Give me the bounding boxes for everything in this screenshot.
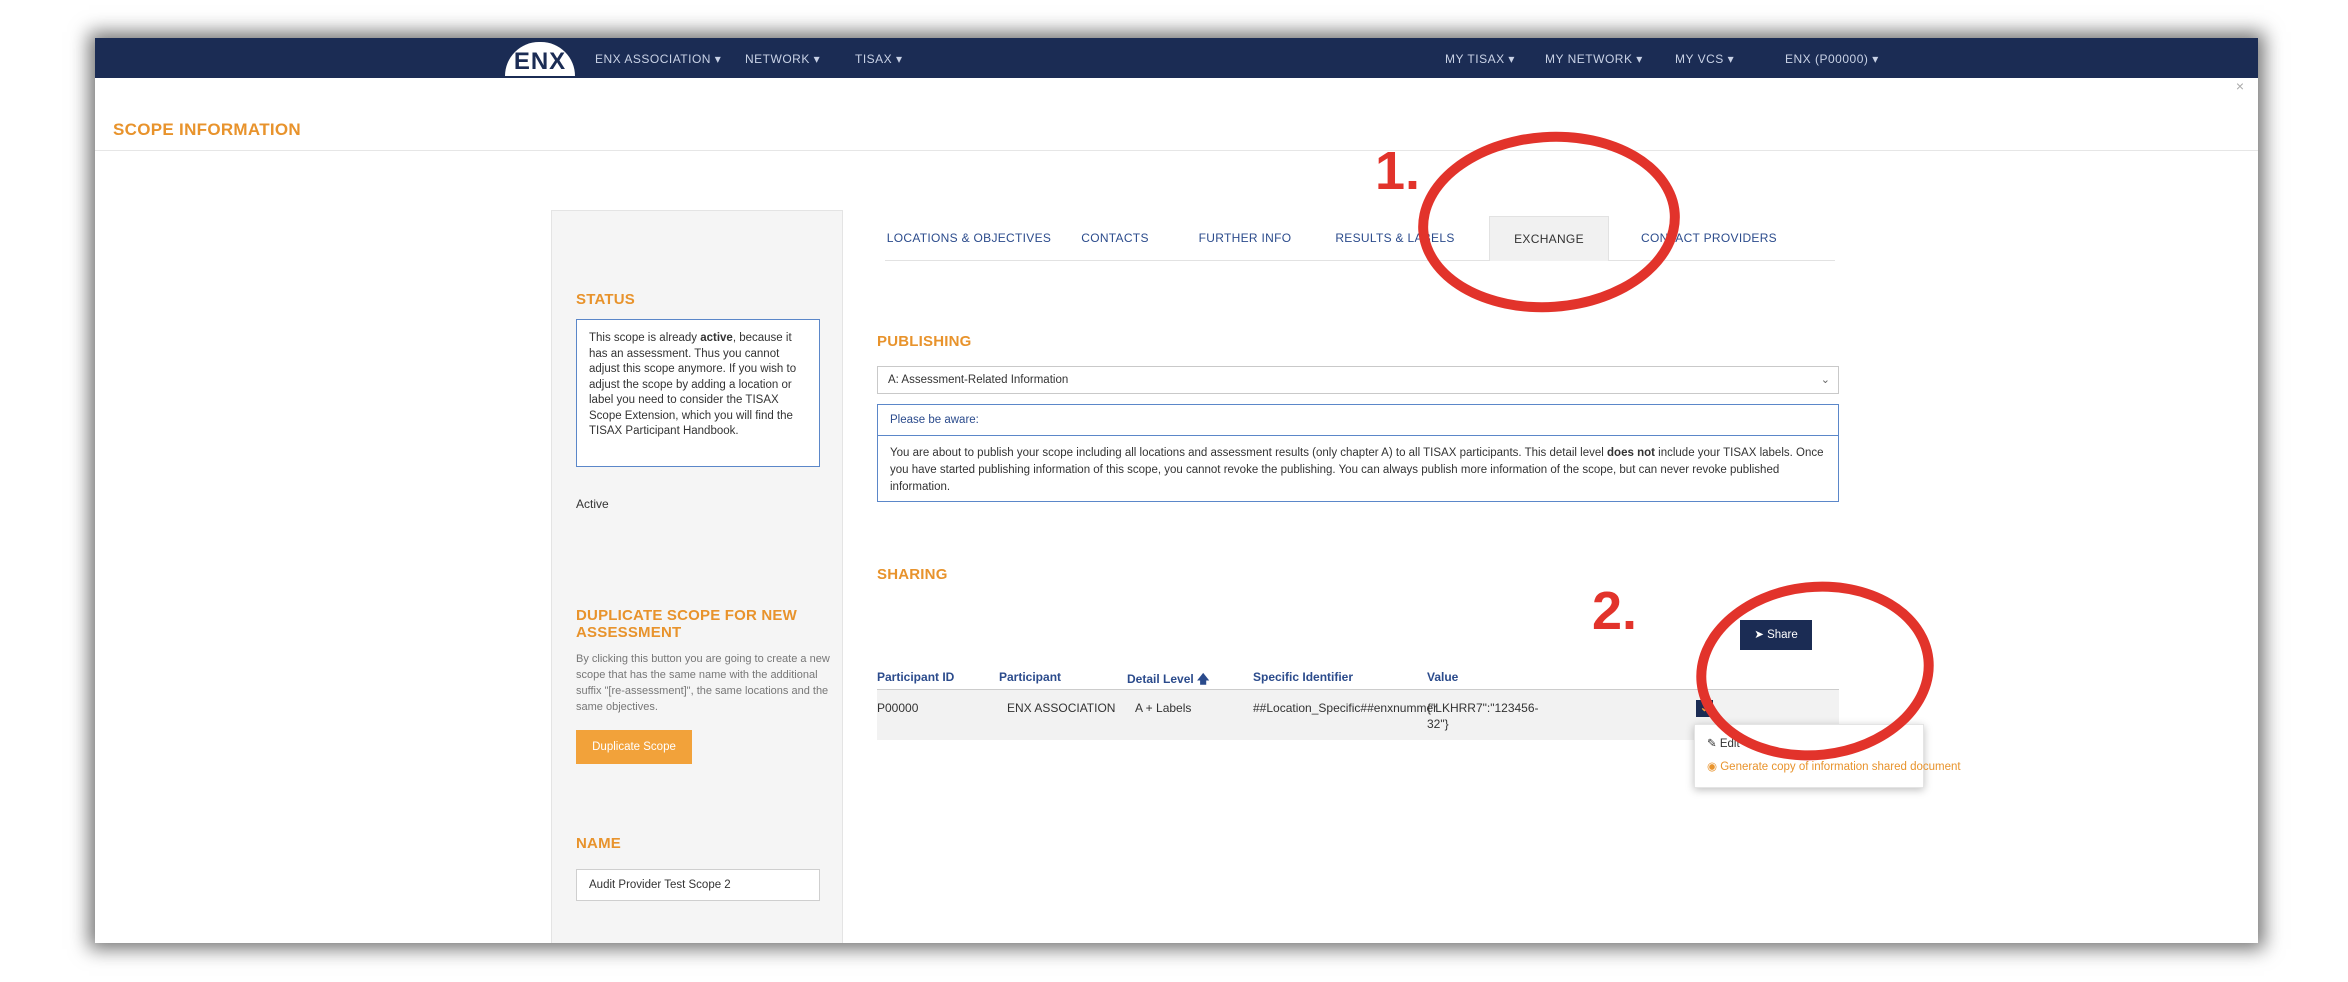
cell-participant: ENX ASSOCIATION	[1007, 701, 1116, 715]
nav-network[interactable]: NETWORK ▾	[745, 52, 820, 66]
tab-contacts[interactable]: CONTACTS	[1065, 216, 1165, 260]
column-participant[interactable]: Participant	[999, 670, 1061, 684]
notice-heading: Please be aware:	[878, 405, 1838, 436]
download-icon: ◉	[1707, 761, 1721, 773]
edit-icon: ✎	[1707, 738, 1720, 750]
nav-account[interactable]: ENX (P00000) ▾	[1785, 52, 1879, 66]
publishing-selected-value: A: Assessment-Related Information	[888, 374, 1069, 386]
enx-logo[interactable]: ENX	[505, 42, 575, 76]
scope-sidebar: STATUS This scope is already active, bec…	[551, 210, 843, 943]
chevron-down-icon: ⌄	[1820, 374, 1830, 386]
tab-locations-objectives[interactable]: LOCATIONS & OBJECTIVES	[885, 216, 1053, 260]
menu-item-generate-copy[interactable]: ◉ Generate copy of information shared do…	[1707, 759, 1961, 773]
column-detail-level[interactable]: Detail Level 🡅	[1127, 670, 1209, 691]
name-title: NAME	[576, 835, 621, 852]
nav-my-network[interactable]: MY NETWORK ▾	[1545, 52, 1643, 66]
cell-value-line2: 32"}	[1427, 717, 1449, 731]
scope-tabs: LOCATIONS & OBJECTIVES CONTACTS FURTHER …	[885, 216, 1835, 261]
column-specific-identifier[interactable]: Specific Identifier	[1253, 670, 1353, 684]
duplicate-description: By clicking this button you are going to…	[576, 653, 830, 713]
column-value[interactable]: Value	[1427, 670, 1458, 684]
cell-detail-level: A + Labels	[1135, 701, 1192, 715]
duplicate-title: DUPLICATE SCOPE FOR NEW ASSESSMENT	[576, 607, 797, 641]
nav-my-vcs[interactable]: MY VCS ▾	[1675, 52, 1734, 66]
cell-participant-id: P00000	[877, 701, 919, 715]
status-text-bold: active	[700, 332, 733, 344]
notice-text-start: You are about to publish your scope incl…	[890, 447, 1608, 459]
notice-text-bold: does not	[1607, 447, 1655, 459]
app-window: ENX ENX ASSOCIATION ▾ NETWORK ▾ TISAX ▾ …	[95, 38, 2258, 943]
nav-enx-association[interactable]: ENX ASSOCIATION ▾	[595, 52, 721, 66]
column-participant-id[interactable]: Participant ID	[877, 670, 954, 684]
annotation-number-2: 2.	[1592, 581, 1638, 641]
notice-body: You are about to publish your scope incl…	[878, 436, 1838, 505]
cell-specific-identifier: ##Location_Specific##enxnummer	[1253, 701, 1438, 715]
nav-my-tisax[interactable]: MY TISAX ▾	[1445, 52, 1515, 66]
status-info-box: This scope is already active, because it…	[576, 319, 820, 467]
cell-value-line1: {"LKHRR7":"123456-	[1427, 701, 1539, 715]
publishing-title: PUBLISHING	[877, 333, 972, 350]
status-text-start: This scope is already	[589, 332, 701, 344]
duplicate-scope-button[interactable]: Duplicate Scope	[576, 730, 692, 764]
status-value: Active	[576, 497, 609, 511]
scope-name-input[interactable]: Audit Provider Test Scope 2	[576, 869, 820, 901]
sharing-table-header: Participant ID Participant Detail Level …	[877, 666, 1839, 686]
top-navigation: ENX ENX ASSOCIATION ▾ NETWORK ▾ TISAX ▾ …	[95, 38, 2258, 78]
sharing-title: SHARING	[877, 566, 948, 583]
cell-value: {"LKHRR7":"123456- 32"}	[1427, 700, 1539, 732]
nav-tisax[interactable]: TISAX ▾	[855, 52, 903, 66]
modal-header	[95, 78, 2258, 151]
menu-item-generate-label: Generate copy of information shared docu…	[1720, 761, 1961, 773]
publishing-level-select[interactable]: A: Assessment-Related Information ⌄	[877, 366, 1839, 394]
tab-further-info[interactable]: FURTHER INFO	[1185, 216, 1305, 260]
status-title: STATUS	[576, 291, 635, 308]
status-text-end: , because it has an assessment. Thus you…	[589, 332, 797, 437]
close-icon[interactable]: ×	[2236, 78, 2244, 94]
modal-title: SCOPE INFORMATION	[113, 120, 302, 139]
publishing-notice: Please be aware: You are about to publis…	[877, 404, 1839, 502]
annotation-number-1: 1.	[1375, 141, 1421, 201]
